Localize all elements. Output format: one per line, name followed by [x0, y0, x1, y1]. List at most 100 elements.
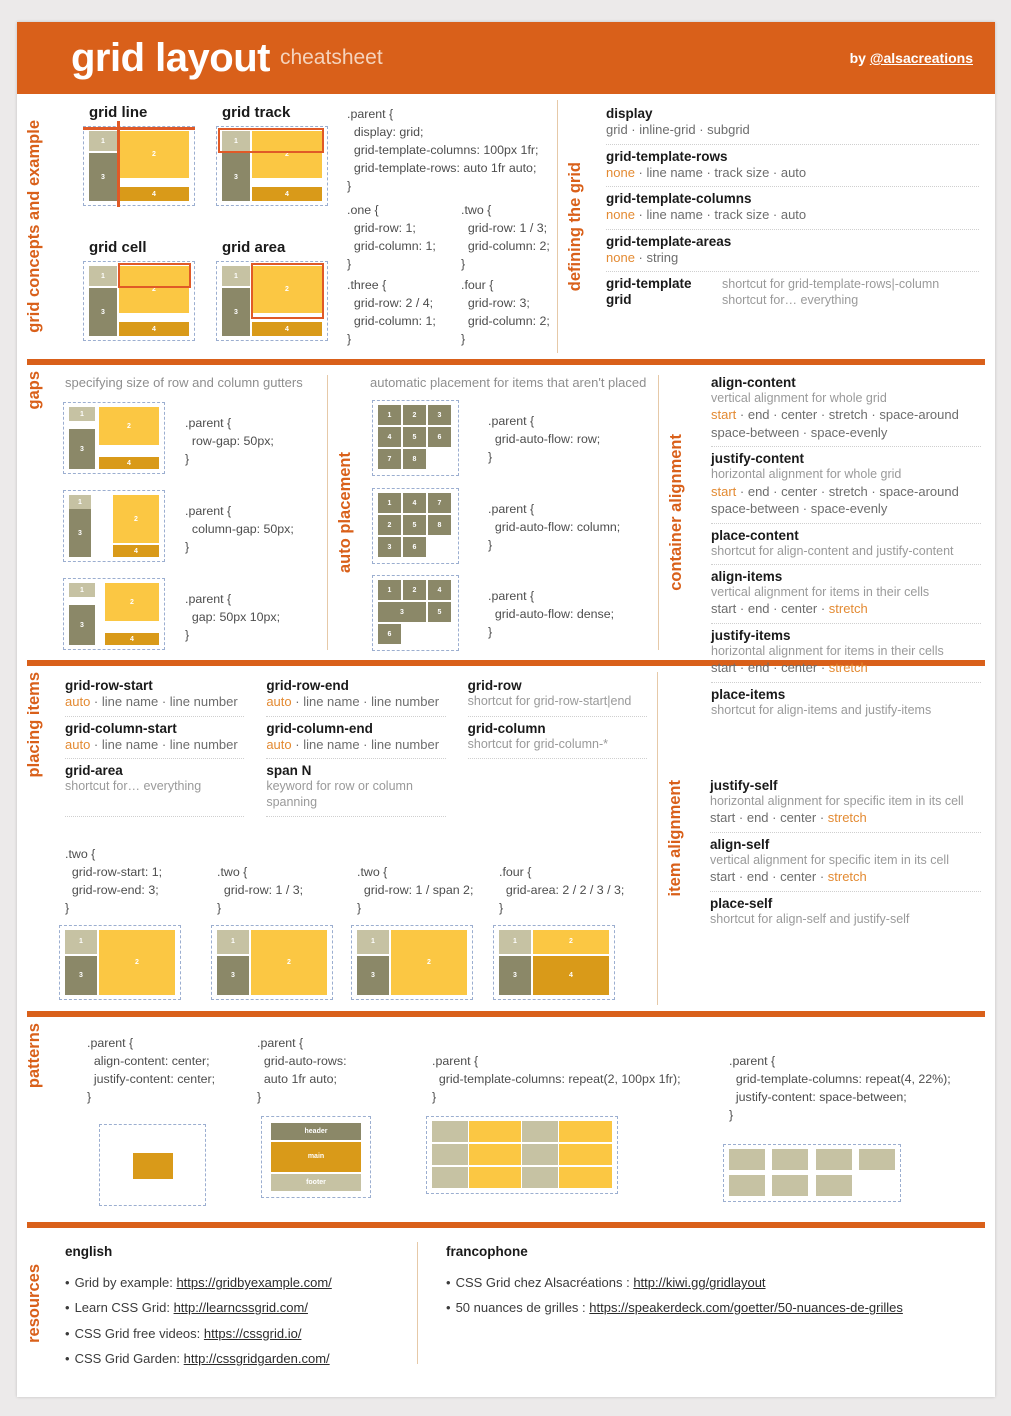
auto-cell: 2 [378, 515, 401, 535]
auto-cell: 7 [378, 449, 401, 469]
property-grid-column-start: grid-column-start auto · line name · lin… [65, 717, 245, 760]
resource-link[interactable]: http://learncssgrid.com/ [174, 1300, 308, 1315]
highlight-column-line [117, 121, 120, 207]
label-placing-items: placing items [24, 672, 43, 778]
align-content-values-line2: space-between · space-evenly [711, 424, 888, 440]
francophone-title: francophone [446, 1244, 528, 1259]
code-gap: .parent { gap: 50px 10px; } [185, 592, 281, 642]
grid-cell-2: 2 [251, 929, 327, 995]
grid-cell-4: 4 [119, 187, 189, 201]
keyword-none: none [606, 207, 635, 223]
diagram-title-grid-track: grid track [222, 104, 291, 121]
grid-cell-3: 3 [222, 288, 250, 336]
autoplacement-panel: auto placement automatic placement for i… [328, 365, 658, 660]
resource-link[interactable]: http://cssgridgarden.com/ [184, 1351, 330, 1366]
example-diagram-1: 1 2 3 [59, 924, 181, 1000]
align-self-values: start · end · center · [710, 869, 828, 885]
repeat-cell [432, 1166, 468, 1188]
resource-link[interactable]: https://speakerdeck.com/goetter/50-nuanc… [589, 1300, 903, 1315]
centered-item [133, 1152, 173, 1179]
repeat-cell [522, 1143, 558, 1165]
code-grid-row-span: .two { grid-row: 1 / span 2; } [357, 865, 474, 915]
repeat-cell [432, 1143, 468, 1165]
placing-items-panel: placing items grid-row-start auto · line… [17, 666, 657, 1011]
keyword-none: none [606, 249, 635, 265]
label-patterns: patterns [24, 1023, 43, 1089]
grid-cell-3: 3 [89, 288, 117, 336]
grid-cell-3: 3 [69, 509, 91, 557]
code-auto-flow-row: .parent { grid-auto-flow: row; } [488, 414, 601, 464]
auto-cell: 3 [378, 537, 401, 557]
resources-francophone-panel: francophone CSS Grid chez Alsacréations … [418, 1228, 995, 1378]
region-header: header [271, 1122, 361, 1140]
property-justify-content: justify-content horizontal alignment for… [711, 447, 981, 524]
list-item: CSS Grid free videos: https://cssgrid.io… [65, 1321, 417, 1346]
list-item: CSS Grid Garden: http://cssgridgarden.co… [65, 1346, 417, 1371]
pattern-center: .parent { align-content: center; justify… [87, 1035, 215, 1206]
keyword-start: start [711, 483, 737, 499]
diagram-grid-area-group: grid area 1 2 3 4 [216, 239, 328, 341]
keyword-stretch: stretch [827, 869, 867, 885]
page-header: grid layout cheatsheet by @alsacreations [17, 22, 995, 94]
autoplacement-caption: automatic placement for items that aren'… [370, 375, 647, 390]
auto-cell: 2 [403, 580, 426, 600]
grid-column-end-values: · line name · line number [291, 736, 440, 752]
auto-cell: 7 [428, 493, 451, 513]
code-parent: .parent { display: grid; grid-template-c… [347, 107, 539, 193]
resource-link[interactable]: https://cssgrid.io/ [204, 1326, 302, 1341]
code-auto-rows-pattern: .parent { grid-auto-rows: auto 1fr auto;… [257, 1036, 347, 1104]
autoplacement-diagram-row: 1 2 3 4 5 6 7 8 [372, 400, 459, 476]
code-repeat-2-pattern: .parent { grid-template-columns: repeat(… [432, 1054, 681, 1104]
repeat-cell [729, 1174, 765, 1196]
auto-cell: 5 [403, 515, 426, 535]
placing-items-list: grid-row-start auto · line name · line n… [65, 666, 647, 817]
grid-cell-3: 3 [222, 153, 250, 201]
grid-cell-2: 2 [252, 266, 322, 313]
grid-cell-3: 3 [217, 955, 249, 995]
diagram-grid-line-group: grid line 1 2 3 4 [83, 104, 195, 207]
label-defining-the-grid: defining the grid [565, 161, 584, 292]
placing-example-3: .two { grid-row: 1 / span 2; } 1 2 3 [351, 864, 474, 1000]
resource-link[interactable]: https://gridbyexample.com/ [176, 1275, 331, 1290]
repeat-cell [559, 1143, 612, 1165]
grid-cell-3: 3 [69, 605, 95, 645]
grid-cell-4: 4 [99, 457, 159, 469]
property-grid-column-end: grid-column-end auto · line name · line … [266, 717, 446, 760]
repeat-cell [469, 1166, 521, 1188]
example-diagram-3: 1 2 3 [351, 924, 473, 1000]
property-align-self: align-self vertical alignment for specif… [710, 833, 981, 892]
page-subtitle: cheatsheet [279, 46, 383, 69]
repeat-cell [859, 1148, 895, 1170]
resource-link[interactable]: http://kiwi.gg/gridlayout [633, 1275, 765, 1290]
keyword-auto: auto [65, 694, 91, 709]
grid-cell-1: 1 [69, 495, 91, 509]
code-repeat-4-pattern: .parent { grid-template-columns: repeat(… [729, 1054, 951, 1122]
byline-handle-link[interactable]: @alsacreations [870, 50, 973, 66]
property-align-items: align-items vertical alignment for items… [711, 565, 981, 624]
diagram-title-grid-area: grid area [222, 239, 286, 256]
property-place-content: place-content shortcut for align-content… [711, 524, 981, 565]
cheatsheet-page: grid layout cheatsheet by @alsacreations… [17, 22, 995, 1397]
list-item: CSS Grid chez Alsacréations : http://kiw… [446, 1270, 995, 1295]
concepts-panel: grid concepts and example grid line 1 2 … [17, 94, 557, 359]
francophone-list: CSS Grid chez Alsacréations : http://kiw… [446, 1270, 995, 1321]
grid-cell-2: 2 [99, 929, 175, 995]
grid-cell-2: 2 [252, 131, 322, 178]
align-content-values: · end · center · stretch · space-around [736, 407, 959, 423]
property-span-n: span N keyword for row or column spannin… [266, 759, 446, 817]
justify-content-values: · end · center · stretch · space-around [736, 483, 959, 499]
code-auto-flow-column: .parent { grid-auto-flow: column; } [488, 502, 621, 552]
list-item: Learn CSS Grid: http://learncssgrid.com/ [65, 1295, 417, 1320]
keyword-none: none [606, 164, 635, 180]
defining-list: display grid · inline-grid · subgrid gri… [606, 94, 979, 314]
gta-values: · string [634, 249, 679, 265]
property-grid-area: grid-area shortcut for… everything [65, 759, 245, 817]
gaps-diagram-row-gap: 1 2 3 4 [63, 402, 165, 474]
pattern-diagram-center [99, 1123, 206, 1206]
section-gaps-autoplacement-alignment: gaps specifying size of row and column g… [17, 365, 995, 717]
grid-cell-2: 2 [533, 929, 609, 954]
grid-cell-1: 1 [65, 929, 97, 954]
diagram-title-grid-line: grid line [89, 104, 148, 121]
auto-cell: 3 [378, 602, 426, 622]
auto-cell: 5 [428, 602, 451, 622]
